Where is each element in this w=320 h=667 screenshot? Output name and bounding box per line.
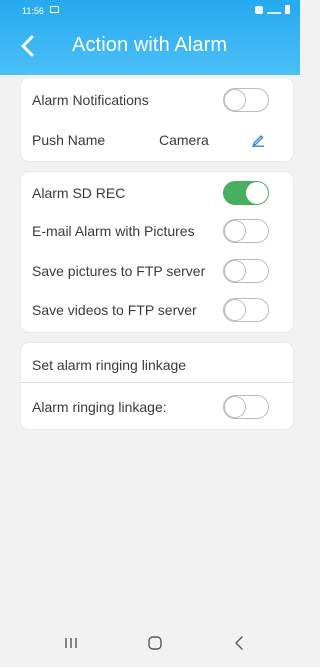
recent-apps-icon — [65, 638, 77, 648]
push-name-value: Camera — [159, 132, 209, 148]
ftp-pictures-label: Save pictures to FTP server — [32, 263, 206, 279]
pencil-icon — [252, 135, 264, 147]
status-time: 11:56 — [22, 6, 44, 16]
push-name-row: Push Name Camera — [32, 125, 293, 155]
battery-icon — [285, 5, 290, 14]
home-icon — [148, 636, 162, 650]
system-back-button[interactable] — [224, 628, 254, 658]
alarm-notifications-row: Alarm Notifications — [32, 85, 293, 115]
alarm-notifications-label: Alarm Notifications — [32, 92, 149, 108]
notifications-card: Alarm Notifications Push Name Camera — [21, 78, 293, 161]
chevron-left-icon — [21, 35, 34, 57]
ringing-card: Set alarm ringing linkage Alarm ringing … — [21, 343, 293, 429]
alarm-ringing-linkage-label: Alarm ringing linkage: — [32, 399, 167, 415]
page-title: Action with Alarm — [72, 34, 228, 56]
back-button[interactable] — [18, 33, 40, 59]
status-bar: 11:56 — [0, 0, 300, 22]
ftp-videos-toggle[interactable] — [223, 298, 269, 322]
toggle-knob — [224, 89, 246, 111]
ringing-card-title-row: Set alarm ringing linkage — [32, 350, 293, 380]
divider — [21, 382, 293, 383]
ftp-pictures-toggle[interactable] — [223, 259, 269, 283]
ftp-videos-row: Save videos to FTP server — [32, 295, 293, 325]
toggle-knob — [224, 220, 246, 242]
image-notification-icon — [50, 6, 59, 13]
alarm-sd-rec-toggle[interactable] — [223, 181, 269, 205]
app-header: 11:56 Action with Alarm — [0, 0, 300, 75]
status-indicators — [255, 5, 290, 14]
home-button[interactable] — [140, 628, 170, 658]
email-alarm-label: E-mail Alarm with Pictures — [32, 223, 195, 239]
toggle-knob — [224, 260, 246, 282]
alarm-status-icon — [255, 5, 263, 14]
ftp-pictures-row: Save pictures to FTP server — [32, 256, 293, 286]
alarm-sd-rec-row: Alarm SD REC — [32, 178, 293, 208]
toggle-knob — [246, 182, 268, 204]
push-name-label: Push Name — [32, 132, 106, 148]
toggle-knob — [224, 396, 246, 418]
recording-card: Alarm SD REC E-mail Alarm with Pictures … — [21, 172, 293, 332]
alarm-ringing-linkage-toggle[interactable] — [223, 395, 269, 419]
alarm-sd-rec-label: Alarm SD REC — [32, 185, 126, 201]
email-alarm-row: E-mail Alarm with Pictures — [32, 216, 293, 246]
system-nav-bar — [0, 618, 300, 667]
recent-apps-button[interactable] — [56, 628, 86, 658]
edit-push-name-button[interactable] — [251, 133, 265, 147]
back-icon — [235, 636, 243, 650]
signal-icon — [267, 5, 281, 14]
ringing-card-title: Set alarm ringing linkage — [32, 357, 187, 373]
toggle-knob — [224, 299, 246, 321]
alarm-ringing-linkage-row: Alarm ringing linkage: — [32, 392, 293, 422]
alarm-notifications-toggle[interactable] — [223, 88, 269, 112]
email-alarm-toggle[interactable] — [223, 219, 269, 243]
ftp-videos-label: Save videos to FTP server — [32, 302, 197, 318]
